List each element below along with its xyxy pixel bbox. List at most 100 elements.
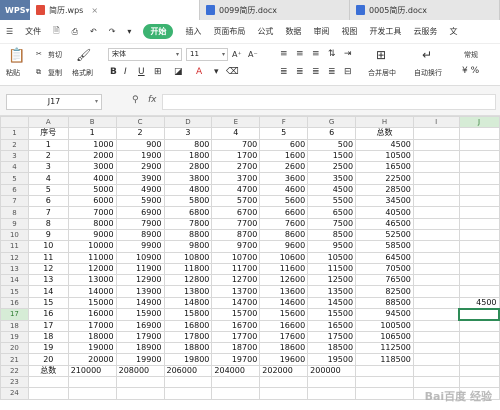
cell[interactable]: 19000 — [67, 342, 117, 355]
cell[interactable]: 10800 — [163, 251, 213, 264]
cell[interactable]: 10700 — [211, 251, 261, 264]
align-center-icon[interactable]: ≣ — [296, 67, 304, 77]
cell[interactable]: 4500 — [355, 138, 414, 151]
cell[interactable]: 14700 — [211, 296, 261, 310]
cell[interactable]: 6500 — [307, 206, 357, 219]
cell-name-box[interactable]: J17 ▾ — [6, 94, 102, 110]
cell[interactable]: 12000 — [67, 262, 117, 276]
row-header[interactable]: 22 — [0, 364, 29, 378]
cell[interactable] — [412, 285, 460, 298]
cell[interactable] — [412, 262, 460, 276]
cell[interactable] — [115, 387, 165, 400]
indent-icon[interactable]: ⇥ — [344, 49, 352, 59]
cell[interactable]: 1000 — [67, 138, 117, 151]
cell[interactable]: 10500 — [307, 251, 357, 264]
cell[interactable]: 12600 — [259, 274, 309, 287]
cell[interactable]: 2 — [115, 127, 165, 140]
align-right-icon[interactable]: ≣ — [312, 67, 320, 77]
cell[interactable]: 17 — [27, 319, 69, 332]
cell[interactable]: 14500 — [307, 296, 357, 310]
font-color-icon[interactable]: A — [196, 67, 202, 77]
row-header[interactable]: 7 — [0, 195, 29, 208]
cell[interactable]: 18700 — [211, 342, 261, 355]
decrease-font-icon[interactable]: A⁻ — [248, 50, 258, 59]
cell[interactable]: 5900 — [115, 195, 165, 208]
cell[interactable]: 13700 — [211, 285, 261, 298]
select-all-corner[interactable] — [0, 116, 29, 129]
cell[interactable]: 7500 — [307, 217, 357, 230]
cell[interactable]: 总数 — [355, 127, 414, 140]
distribute-icon[interactable]: ⊟ — [344, 67, 352, 77]
cell[interactable]: 16800 — [163, 319, 213, 332]
align-left-icon[interactable]: ≣ — [280, 67, 288, 77]
currency-icon[interactable]: ¥ % — [462, 66, 479, 76]
cell[interactable]: 206000 — [163, 364, 213, 378]
cell[interactable]: 8000 — [67, 217, 117, 230]
cell[interactable] — [355, 364, 414, 378]
cell[interactable] — [412, 342, 460, 355]
menu-item[interactable]: 云服务 — [413, 26, 437, 37]
cell[interactable]: 6700 — [211, 206, 261, 219]
cell[interactable]: 58500 — [355, 240, 414, 253]
cell[interactable]: 19600 — [259, 353, 309, 366]
cell[interactable]: 19900 — [115, 353, 165, 366]
fill-color-icon[interactable]: ◪ — [174, 67, 183, 77]
row-header[interactable]: 17 — [0, 308, 29, 321]
cell[interactable]: 5500 — [307, 195, 357, 208]
menu-item[interactable]: 插入 — [185, 26, 201, 37]
cell[interactable]: 8900 — [115, 228, 165, 242]
cell[interactable]: 13000 — [67, 274, 117, 287]
cell[interactable]: 2000 — [67, 149, 117, 163]
font-name-select[interactable]: 宋体 ▾ — [108, 48, 182, 61]
cell[interactable]: 10500 — [355, 149, 414, 163]
cell[interactable]: 16900 — [115, 319, 165, 332]
cut-button[interactable]: 剪切 — [48, 50, 62, 60]
cell[interactable]: 70500 — [355, 262, 414, 276]
cell[interactable] — [412, 183, 460, 197]
hamburger-icon[interactable]: ☰ — [6, 27, 13, 36]
cell[interactable] — [211, 387, 261, 400]
cell[interactable]: 2600 — [259, 161, 309, 174]
cell[interactable]: 5 — [259, 127, 309, 140]
menu-file[interactable]: 文件 — [25, 26, 41, 37]
row-header[interactable]: 20 — [0, 342, 29, 355]
cell[interactable] — [458, 183, 500, 197]
cell[interactable]: 2900 — [115, 161, 165, 174]
cell[interactable]: 14600 — [259, 296, 309, 310]
document-tab[interactable]: 简历.wps × — [30, 0, 200, 20]
cell[interactable] — [412, 149, 460, 163]
cell[interactable]: 210000 — [67, 364, 117, 378]
cell[interactable]: 5600 — [259, 195, 309, 208]
cell[interactable] — [458, 172, 500, 185]
cell[interactable]: 18600 — [259, 342, 309, 355]
column-header[interactable]: E — [211, 116, 261, 129]
cell[interactable]: 20 — [27, 353, 69, 366]
cell[interactable]: 16000 — [67, 308, 117, 321]
cell[interactable]: 序号 — [27, 127, 69, 140]
cell[interactable] — [458, 251, 500, 264]
increase-font-icon[interactable]: A⁺ — [232, 50, 242, 59]
cell[interactable]: 76500 — [355, 274, 414, 287]
cell[interactable]: 19700 — [211, 353, 261, 366]
cell[interactable]: 18900 — [115, 342, 165, 355]
row-header[interactable]: 18 — [0, 319, 29, 332]
row-header[interactable]: 21 — [0, 353, 29, 366]
cell[interactable] — [412, 353, 460, 366]
row-header[interactable]: 9 — [0, 217, 29, 230]
close-icon[interactable]: × — [91, 6, 98, 15]
cell[interactable] — [412, 217, 460, 230]
cell[interactable] — [412, 161, 460, 174]
row-header[interactable]: 6 — [0, 183, 29, 197]
cell[interactable]: 6 — [307, 127, 357, 140]
cell[interactable]: 18 — [27, 330, 69, 344]
cell[interactable]: 200000 — [307, 364, 357, 378]
cell[interactable]: 208000 — [115, 364, 165, 378]
cell[interactable] — [67, 376, 117, 389]
cell[interactable]: 64500 — [355, 251, 414, 264]
cell[interactable]: 2 — [27, 149, 69, 163]
cell[interactable] — [458, 161, 500, 174]
cell[interactable]: 11000 — [67, 251, 117, 264]
cell[interactable]: 17000 — [67, 319, 117, 332]
cell[interactable]: 6000 — [67, 195, 117, 208]
cell[interactable]: 4500 — [458, 296, 500, 310]
